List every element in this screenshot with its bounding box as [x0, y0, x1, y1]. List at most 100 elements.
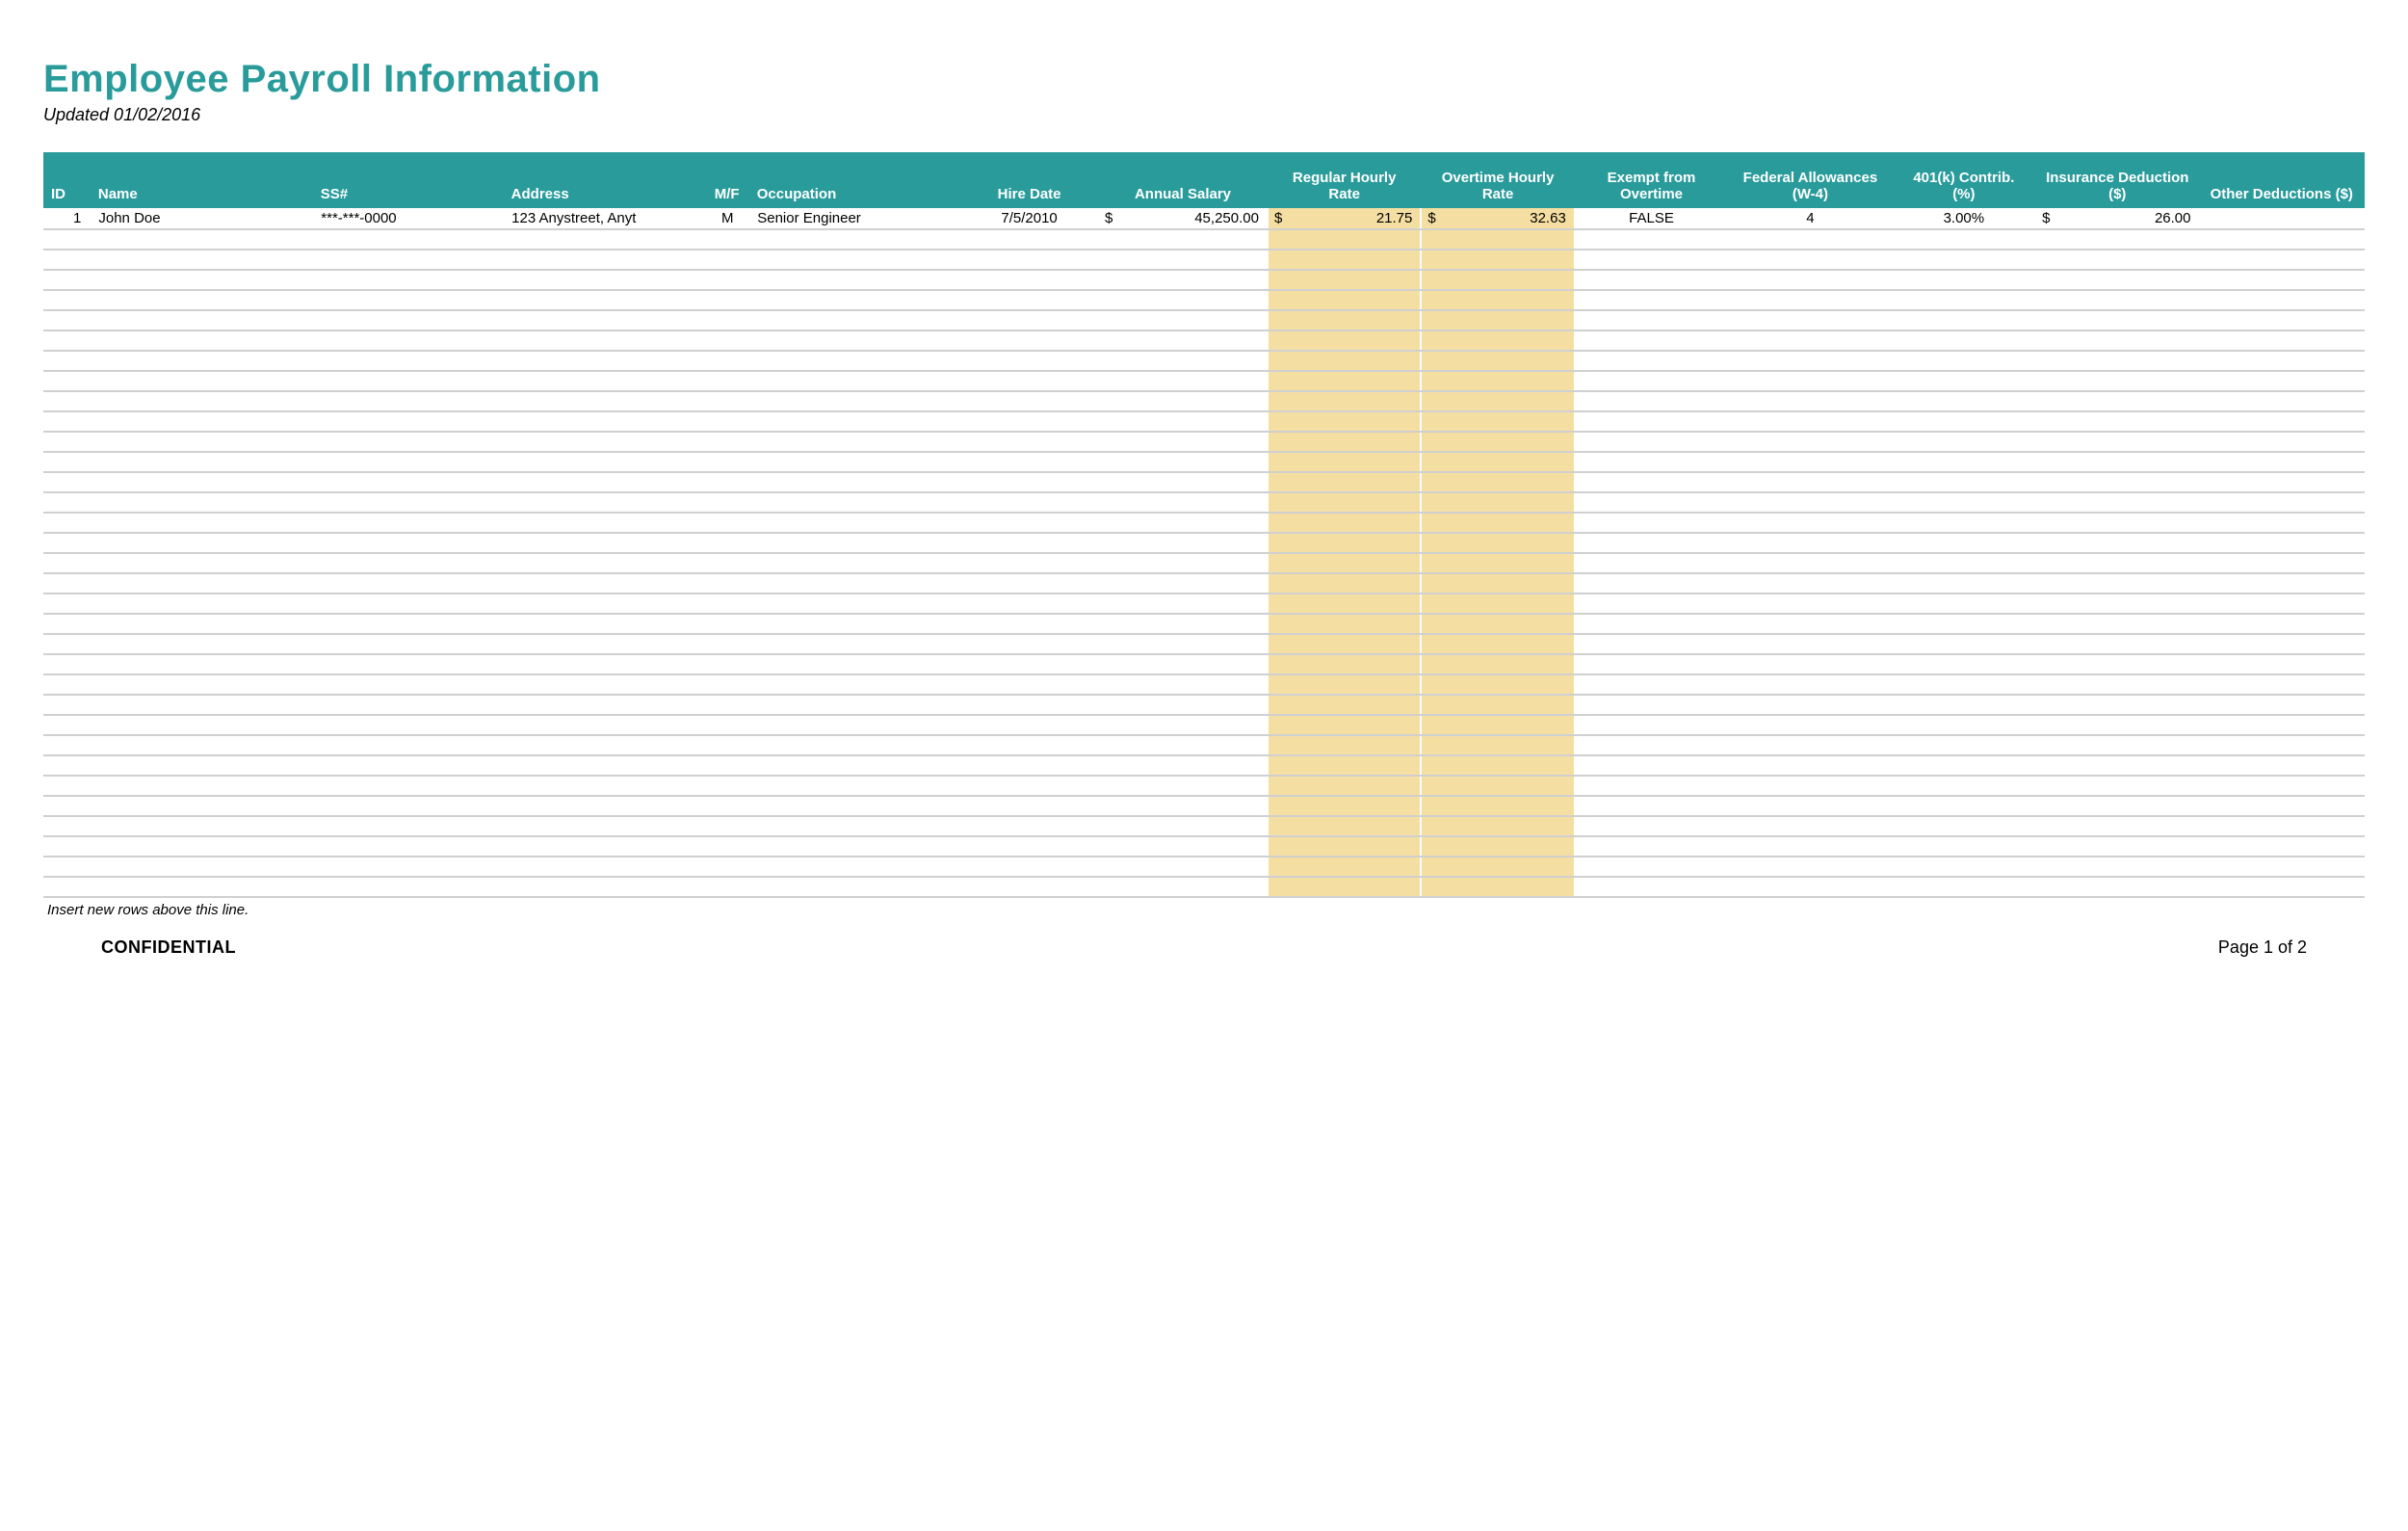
table-cell[interactable]	[1421, 391, 1574, 411]
table-cell[interactable]	[748, 614, 960, 634]
table-cell[interactable]	[2199, 310, 2364, 330]
table-cell[interactable]	[1268, 796, 1421, 816]
table-cell[interactable]	[1421, 674, 1574, 695]
table-cell[interactable]	[960, 472, 1098, 492]
table-cell[interactable]	[706, 452, 748, 472]
table-cell[interactable]	[90, 654, 312, 674]
table-cell[interactable]	[2035, 674, 2199, 695]
table-cell[interactable]	[90, 250, 312, 270]
table-cell[interactable]	[2199, 492, 2364, 513]
table-cell[interactable]	[1098, 634, 1268, 654]
table-cell[interactable]	[2199, 472, 2364, 492]
table-cell[interactable]	[90, 634, 312, 654]
table-cell[interactable]	[2199, 594, 2364, 614]
table-cell[interactable]	[748, 411, 960, 432]
table-cell[interactable]	[1421, 310, 1574, 330]
table-cell[interactable]: Senior Engineer	[748, 208, 960, 229]
table-cell[interactable]	[2199, 695, 2364, 715]
table-cell[interactable]	[1728, 330, 1892, 351]
table-cell[interactable]	[1421, 533, 1574, 553]
table-cell[interactable]	[503, 533, 706, 553]
table-cell[interactable]	[1728, 654, 1892, 674]
table-cell[interactable]	[2199, 776, 2364, 796]
table-cell[interactable]	[90, 755, 312, 776]
table-cell[interactable]	[960, 614, 1098, 634]
table-cell[interactable]	[748, 755, 960, 776]
table-cell[interactable]	[2035, 472, 2199, 492]
table-cell[interactable]	[90, 513, 312, 533]
table-cell[interactable]	[2035, 836, 2199, 857]
table-cell[interactable]	[706, 816, 748, 836]
table-cell[interactable]	[1575, 695, 1728, 715]
table-cell[interactable]	[2035, 270, 2199, 290]
table-cell[interactable]	[90, 877, 312, 897]
table-cell[interactable]	[1268, 290, 1421, 310]
table-cell[interactable]	[706, 492, 748, 513]
table-cell[interactable]	[2035, 452, 2199, 472]
table-cell[interactable]	[748, 533, 960, 553]
table-cell[interactable]	[1893, 634, 2035, 654]
table-cell[interactable]	[1728, 371, 1892, 391]
table-cell[interactable]	[43, 330, 90, 351]
table-cell[interactable]	[1575, 573, 1728, 594]
table-cell[interactable]	[312, 836, 503, 857]
table-cell[interactable]	[1421, 695, 1574, 715]
table-cell[interactable]	[706, 553, 748, 573]
table-cell[interactable]	[503, 371, 706, 391]
table-cell[interactable]	[2199, 513, 2364, 533]
table-cell[interactable]	[312, 594, 503, 614]
table-cell[interactable]	[706, 533, 748, 553]
table-cell[interactable]	[1893, 310, 2035, 330]
table-cell[interactable]	[1728, 411, 1892, 432]
table-cell[interactable]	[43, 391, 90, 411]
table-cell[interactable]	[1268, 715, 1421, 735]
table-cell[interactable]	[2199, 573, 2364, 594]
table-cell[interactable]	[1728, 735, 1892, 755]
table-cell[interactable]	[2199, 432, 2364, 452]
table-cell[interactable]	[43, 513, 90, 533]
table-cell[interactable]	[748, 250, 960, 270]
table-cell[interactable]	[1728, 492, 1892, 513]
table-cell[interactable]	[2035, 250, 2199, 270]
table-cell[interactable]	[1268, 614, 1421, 634]
table-cell[interactable]	[1268, 330, 1421, 351]
table-cell[interactable]	[1728, 836, 1892, 857]
table-cell[interactable]	[706, 654, 748, 674]
table-cell[interactable]	[2035, 513, 2199, 533]
table-cell[interactable]	[1575, 836, 1728, 857]
table-cell[interactable]	[312, 330, 503, 351]
table-cell[interactable]	[1575, 411, 1728, 432]
table-cell[interactable]	[1421, 614, 1574, 634]
table-cell[interactable]	[1268, 553, 1421, 573]
table-cell[interactable]	[1421, 654, 1574, 674]
table-cell[interactable]	[312, 290, 503, 310]
table-cell[interactable]	[2035, 330, 2199, 351]
table-cell[interactable]	[1893, 695, 2035, 715]
table-cell[interactable]	[1421, 290, 1574, 310]
table-cell[interactable]	[90, 229, 312, 250]
table-cell[interactable]	[1728, 533, 1892, 553]
table-cell[interactable]	[706, 310, 748, 330]
table-cell[interactable]	[90, 836, 312, 857]
table-cell[interactable]	[1575, 796, 1728, 816]
table-cell[interactable]	[1893, 351, 2035, 371]
table-cell[interactable]	[748, 634, 960, 654]
table-cell[interactable]	[706, 877, 748, 897]
table-cell[interactable]: 1	[43, 208, 90, 229]
table-cell[interactable]	[90, 411, 312, 432]
table-cell[interactable]	[706, 290, 748, 310]
table-cell[interactable]	[1575, 513, 1728, 533]
table-cell[interactable]	[1728, 310, 1892, 330]
table-cell[interactable]	[1098, 250, 1268, 270]
table-cell[interactable]	[1268, 816, 1421, 836]
table-cell[interactable]	[1268, 250, 1421, 270]
table-cell[interactable]	[1421, 796, 1574, 816]
table-cell[interactable]	[503, 614, 706, 634]
table-cell[interactable]: $45,250.00	[1098, 208, 1268, 229]
table-cell[interactable]	[2199, 634, 2364, 654]
table-cell[interactable]	[1728, 594, 1892, 614]
table-cell[interactable]	[748, 654, 960, 674]
table-cell[interactable]	[1421, 250, 1574, 270]
table-cell[interactable]	[503, 674, 706, 695]
table-cell[interactable]	[503, 715, 706, 735]
